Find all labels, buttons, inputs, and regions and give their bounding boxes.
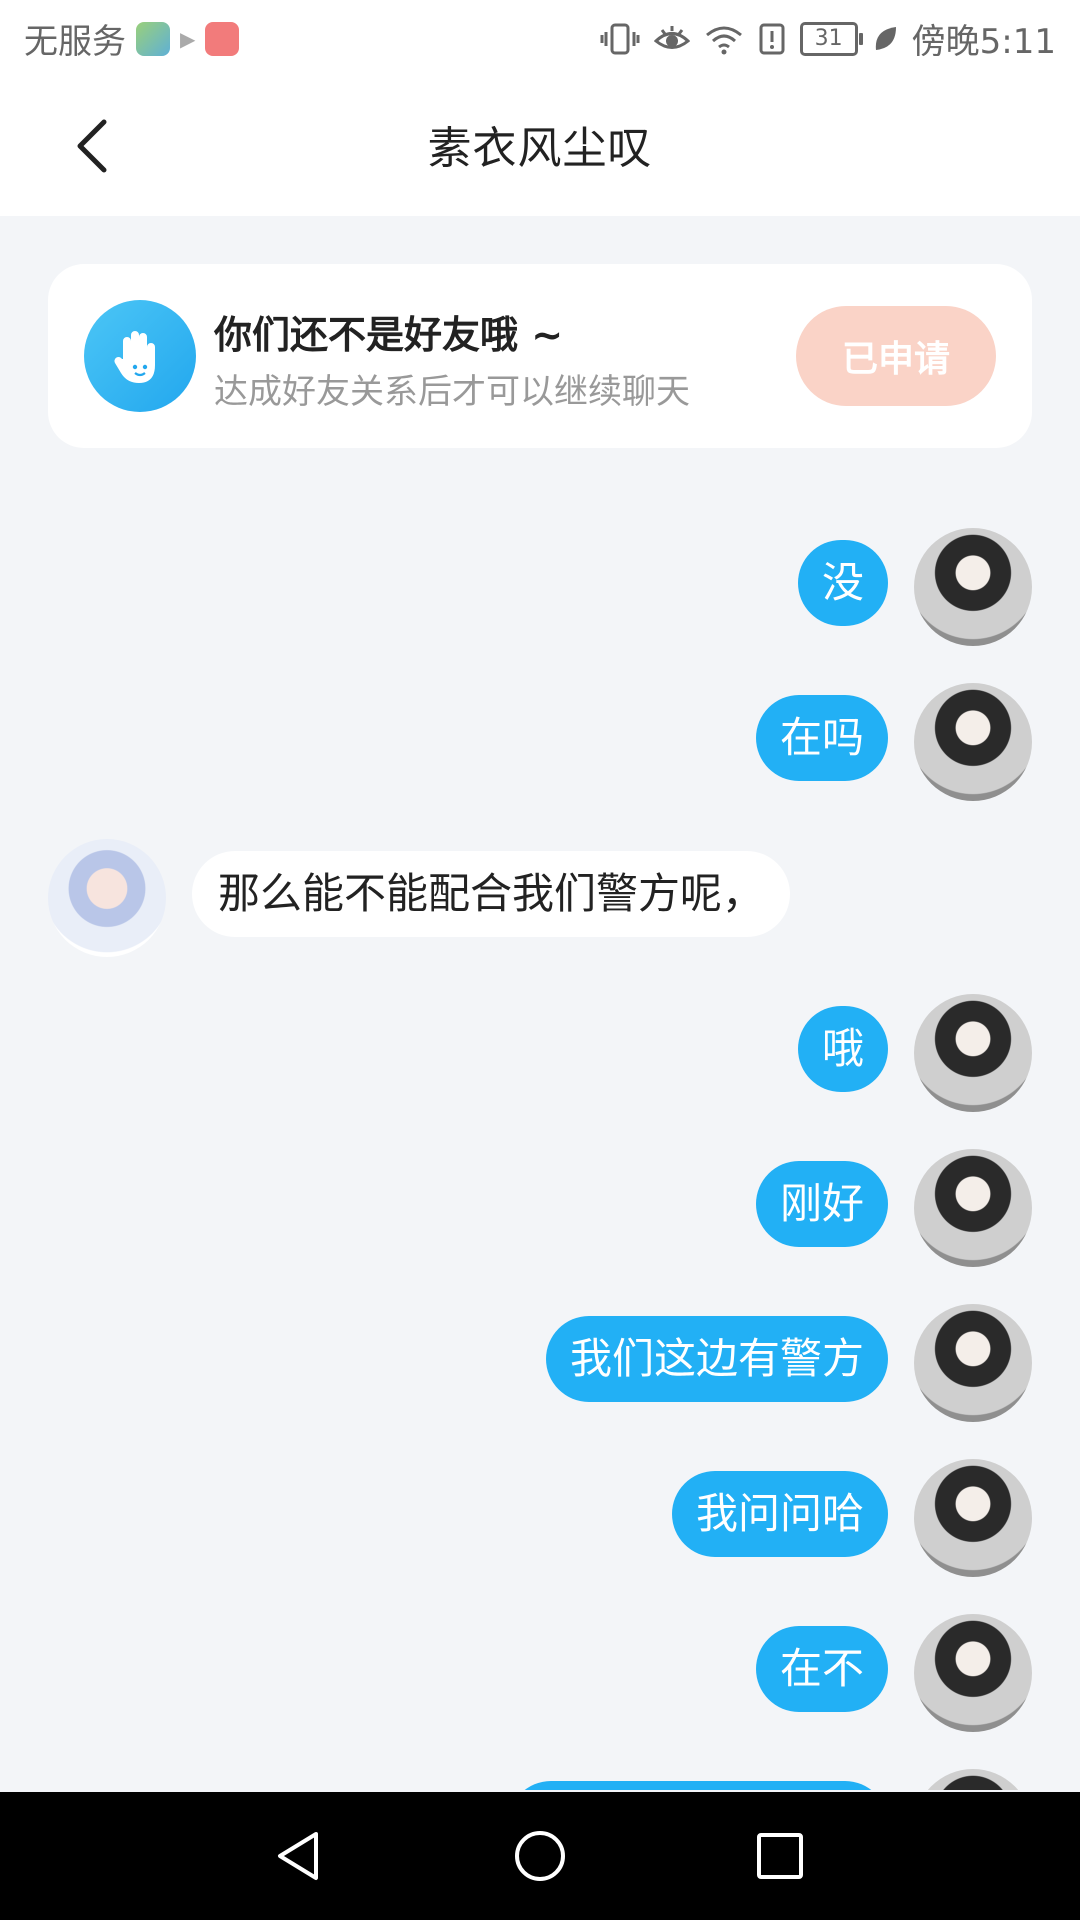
back-button[interactable]: [60, 114, 124, 178]
my-avatar[interactable]: [914, 1769, 1032, 1790]
wave-hand-icon: [84, 300, 196, 412]
friend-notice-subtitle: 达成好友关系后才可以继续聊天: [214, 372, 690, 412]
nav-back-button[interactable]: [266, 1824, 330, 1888]
system-nav-bar: [0, 1792, 1080, 1920]
outgoing-bubble[interactable]: 刚好: [755, 1161, 888, 1247]
outgoing-bubble[interactable]: 我问问哈: [671, 1471, 888, 1557]
friend-notice-title: 你们还不是好友哦 ~: [214, 313, 564, 357]
my-avatar[interactable]: [914, 683, 1032, 801]
my-avatar[interactable]: [914, 1614, 1032, 1732]
outgoing-bubble[interactable]: 在不: [755, 1626, 888, 1712]
incoming-bubble[interactable]: 那么能不能配合我们警方呢，: [192, 851, 791, 937]
status-bar: 无服务 ▶ 31 傍晚5:11: [0, 0, 1080, 72]
play-icon: ▶: [180, 26, 196, 51]
peer-avatar[interactable]: [48, 839, 166, 957]
chat-header: 素衣风尘叹: [0, 72, 1080, 216]
carrier-text: 无服务: [24, 22, 126, 62]
my-avatar[interactable]: [914, 528, 1032, 646]
clock-text: 傍晚5:11: [911, 22, 1056, 62]
outgoing-bubble-partial[interactable]: [508, 1781, 888, 1790]
status-right: 31 傍晚5:11: [600, 14, 1056, 63]
leaf-icon: [875, 26, 896, 50]
applied-button[interactable]: 已申请: [796, 306, 996, 406]
my-avatar[interactable]: [914, 1459, 1032, 1577]
circle-home-icon: [515, 1831, 565, 1881]
message-list: 没 在吗 那么能不能配合我们警方呢， 哦 刚好 我们这边有警方 我问问哈 在不: [0, 470, 1080, 1790]
huawei-app-icon: [205, 21, 240, 56]
square-recents-icon: [757, 1833, 803, 1879]
triangle-back-icon: [278, 1832, 318, 1880]
nav-recents-button[interactable]: [748, 1824, 812, 1888]
game-app-icon: [136, 21, 170, 56]
status-left: 无服务 ▶: [24, 14, 240, 63]
chat-title: 素衣风尘叹: [427, 123, 653, 174]
outgoing-bubble[interactable]: 哦: [797, 1006, 888, 1092]
outgoing-bubble[interactable]: 没: [797, 540, 888, 626]
my-avatar[interactable]: [914, 1304, 1032, 1422]
vibrate-icon: [600, 23, 640, 54]
eye-icon: [653, 25, 690, 49]
friend-request-card: 你们还不是好友哦 ~ 达成好友关系后才可以继续聊天 已申请: [48, 264, 1032, 448]
wifi-icon: [705, 26, 742, 54]
outgoing-bubble[interactable]: 在吗: [755, 695, 888, 781]
my-avatar[interactable]: [914, 994, 1032, 1112]
my-avatar[interactable]: [914, 1149, 1032, 1267]
alert-sim-icon: [759, 23, 785, 54]
outgoing-bubble[interactable]: 我们这边有警方: [545, 1316, 888, 1402]
battery-icon: 31: [799, 21, 863, 56]
chevron-left-icon: [77, 119, 107, 173]
nav-home-button[interactable]: [508, 1824, 572, 1888]
